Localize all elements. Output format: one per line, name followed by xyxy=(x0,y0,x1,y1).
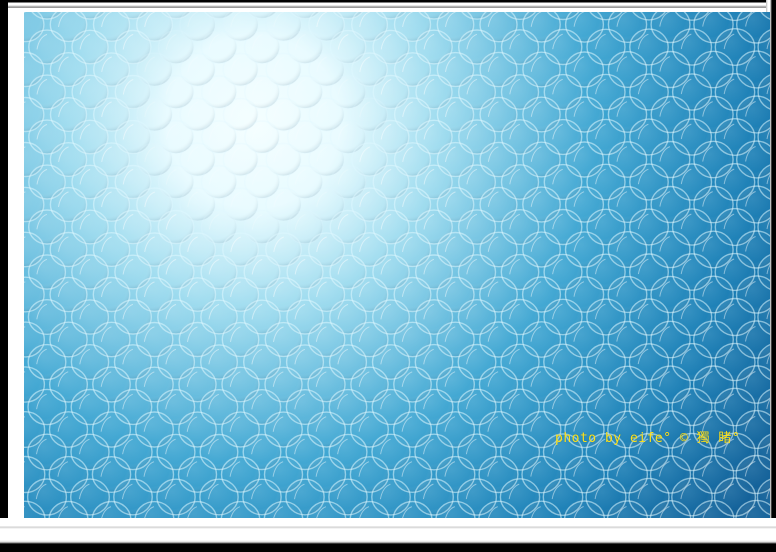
frame-top-edge xyxy=(0,0,776,8)
frame-bottom-edge xyxy=(0,518,776,552)
frame-left-edge xyxy=(0,0,8,552)
photo-frame: photo by eife° © 獨 睹° xyxy=(0,0,776,552)
photo-watermark: photo by eife° © 獨 睹° xyxy=(555,431,741,446)
